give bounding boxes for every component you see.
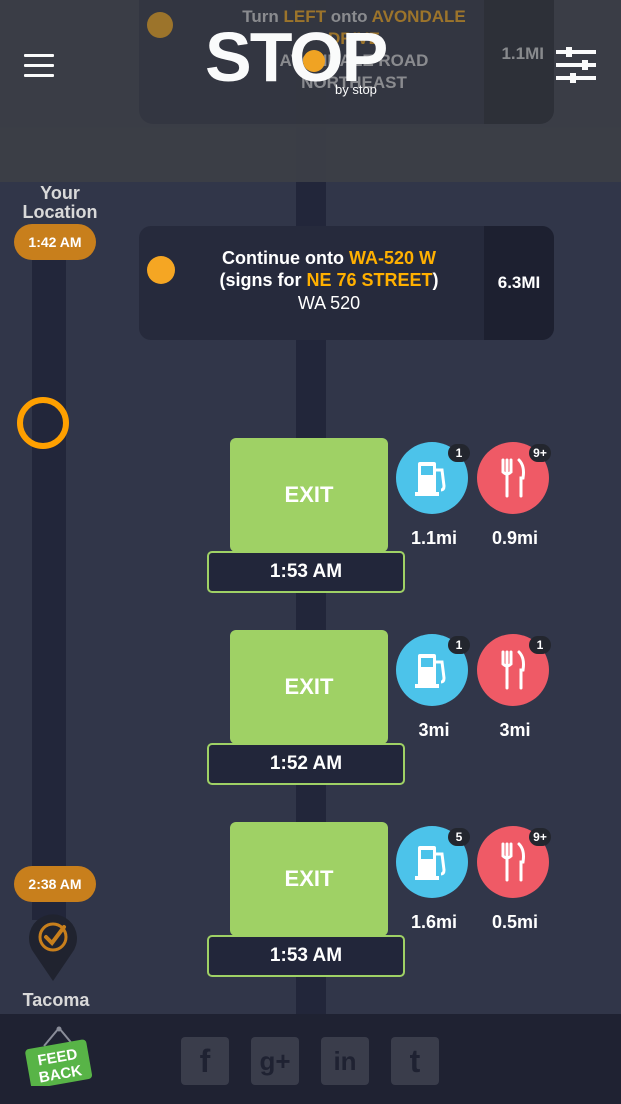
gas-station-button[interactable]: 1	[396, 634, 470, 706]
restaurant-button[interactable]: 9+	[477, 826, 551, 898]
gas-count-badge: 1	[448, 636, 470, 654]
gas-station-button[interactable]: 5	[396, 826, 470, 898]
direction-line-2: (signs for NE 76 STREET)	[219, 270, 439, 290]
gas-distance: 3mi	[418, 720, 450, 740]
linkedin-icon: in	[333, 1046, 357, 1076]
google-plus-icon: g+	[259, 1046, 291, 1076]
restaurant-button[interactable]: 1	[477, 634, 551, 706]
twitter-icon: t	[409, 1043, 421, 1079]
filter-settings-button[interactable]	[556, 47, 596, 83]
exit-button[interactable]: EXIT	[230, 438, 388, 552]
gas-distance: 1.6mi	[410, 912, 458, 932]
app-header: Turn LEFT onto AVONDALE DRIVE AVONDALE R…	[0, 0, 621, 182]
sliders-icon	[556, 50, 596, 54]
destination-label: Tacoma	[22, 990, 90, 1010]
direction-road-name: WA 520	[297, 293, 361, 313]
previous-step-distance: 1.1MI	[501, 44, 544, 63]
continue-straight-icon	[147, 256, 175, 284]
destination-check-icon	[29, 914, 78, 981]
destination-time-badge: 2:38 AM	[14, 866, 96, 902]
gas-count-badge: 5	[448, 828, 470, 846]
logo-subtitle: by stop	[335, 82, 377, 97]
menu-icon	[24, 54, 54, 57]
restaurant-button[interactable]: 9+	[477, 442, 551, 514]
facebook-button[interactable]: f	[181, 1037, 229, 1085]
feedback-button[interactable]: FEED BACK	[24, 1026, 94, 1086]
turn-left-icon	[147, 12, 173, 38]
origin-time-badge: 1:42 AM	[14, 224, 96, 260]
food-distance: 3mi	[499, 720, 531, 740]
direction-card[interactable]: Continue onto WA-520 W (signs for NE 76 …	[139, 226, 554, 340]
gas-count-badge: 1	[448, 444, 470, 462]
twitter-button[interactable]: t	[391, 1037, 439, 1085]
direction-distance: 6.3MI	[497, 273, 541, 292]
exit-button[interactable]: EXIT	[230, 822, 388, 936]
gas-distance: 1.1mi	[410, 528, 458, 548]
food-distance: 0.5mi	[491, 912, 539, 932]
food-count-badge: 9+	[529, 828, 551, 846]
exit-time[interactable]: 1:53 AM	[207, 551, 405, 593]
app-logo: STOP by stop	[205, 22, 395, 102]
gas-station-button[interactable]: 1	[396, 442, 470, 514]
direction-line-1: Continue onto WA-520 W	[222, 248, 436, 268]
food-distance: 0.9mi	[491, 528, 539, 548]
current-position-marker	[17, 397, 69, 449]
google-plus-button[interactable]: g+	[251, 1037, 299, 1085]
exit-time[interactable]: 1:53 AM	[207, 935, 405, 977]
food-count-badge: 1	[529, 636, 551, 654]
exit-button[interactable]: EXIT	[230, 630, 388, 744]
origin-label: Your Location	[22, 183, 98, 222]
food-count-badge: 9+	[529, 444, 551, 462]
linkedin-button[interactable]: in	[321, 1037, 369, 1085]
menu-button[interactable]	[24, 54, 54, 78]
exit-time[interactable]: 1:52 AM	[207, 743, 405, 785]
facebook-icon: f	[199, 1043, 211, 1079]
progress-track	[32, 230, 66, 920]
logo-pin-icon	[303, 50, 325, 72]
